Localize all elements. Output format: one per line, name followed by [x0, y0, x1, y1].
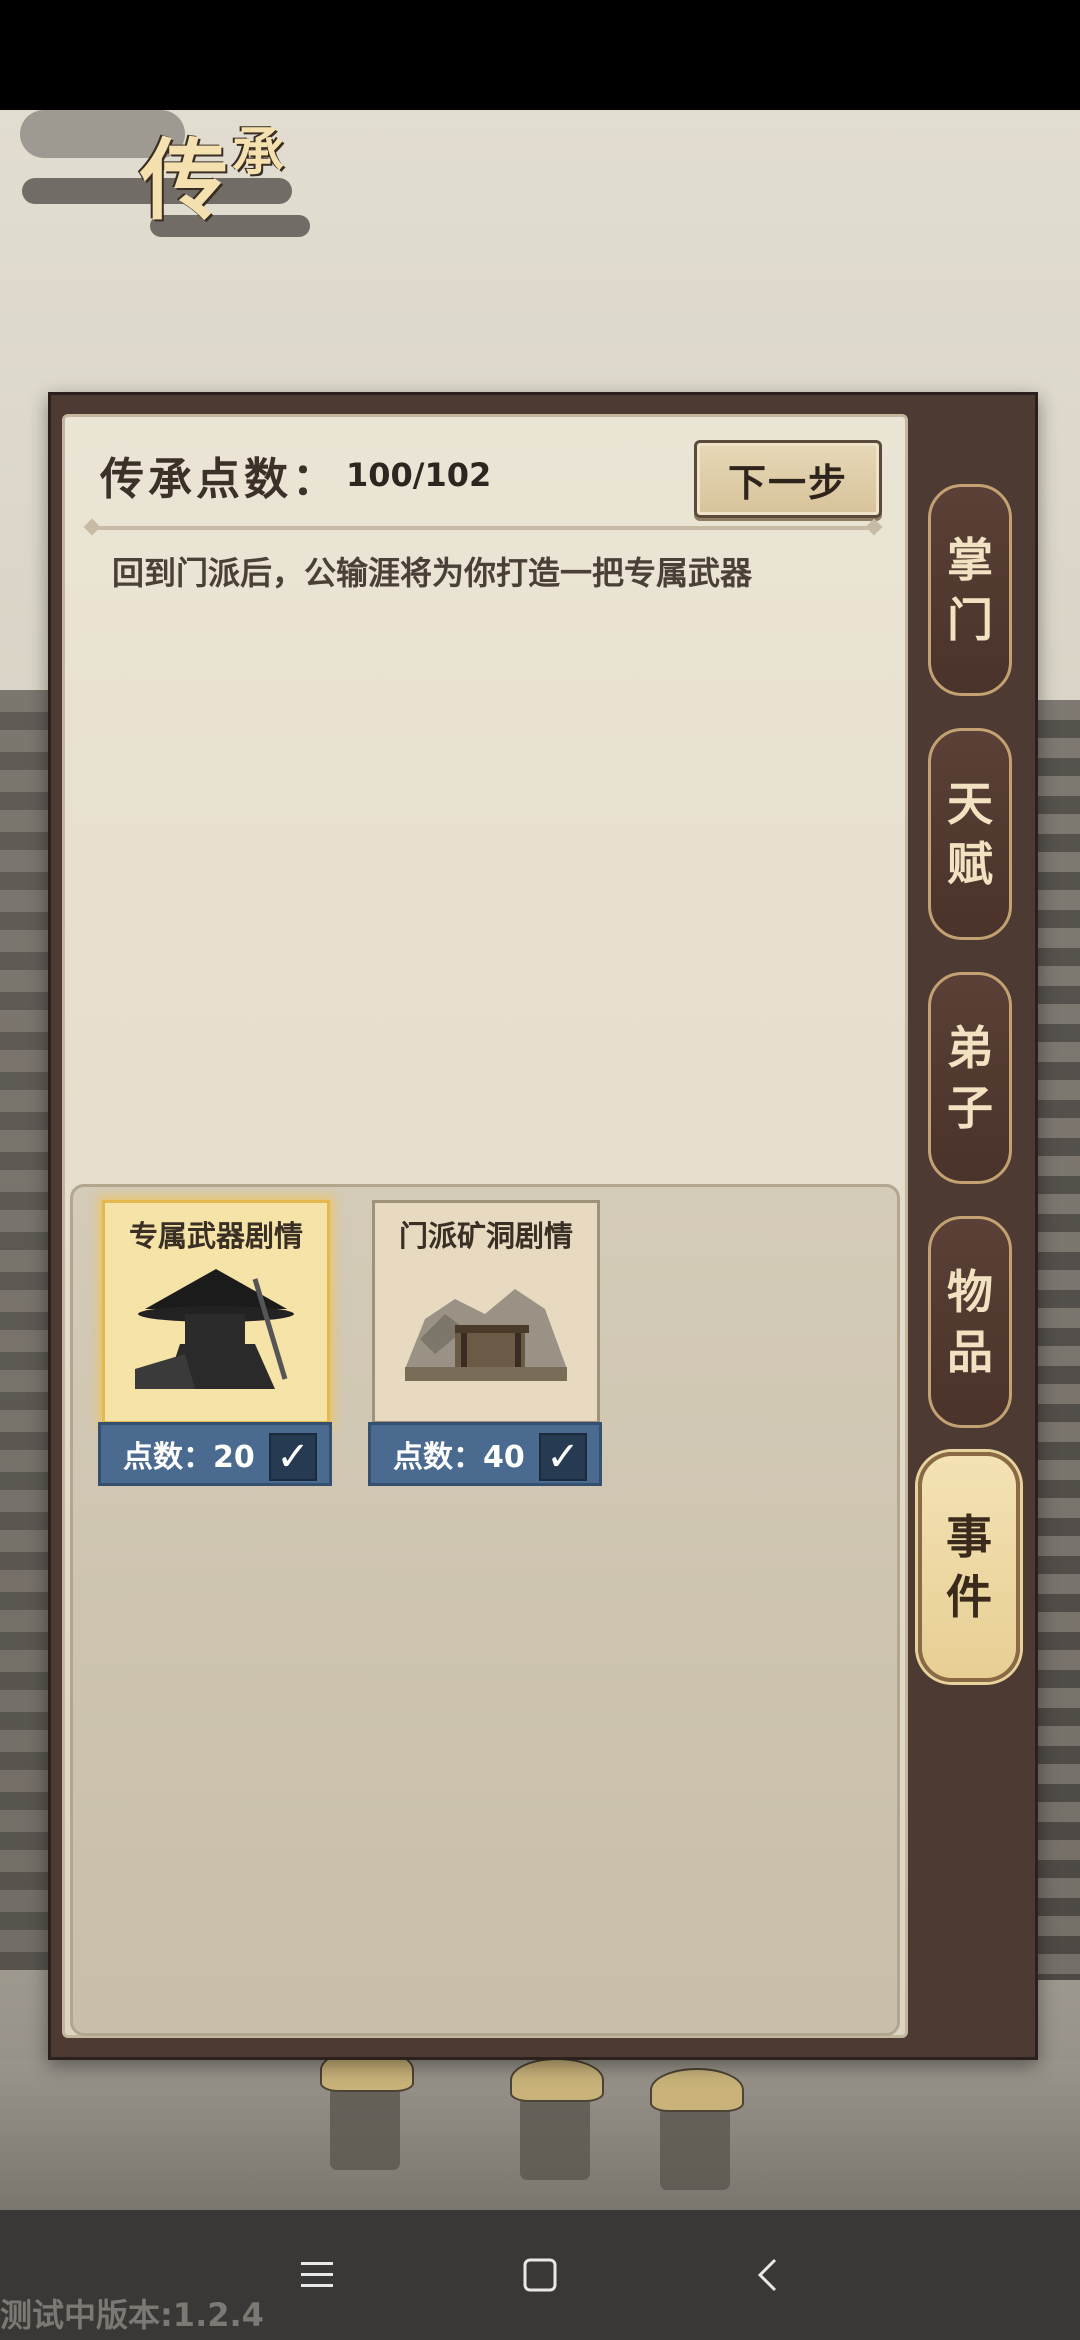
checkbox-checked-icon[interactable]: ✓	[539, 1433, 587, 1481]
tab-disciples[interactable]: 弟 子	[928, 972, 1012, 1184]
page-title: 传承	[140, 122, 289, 232]
title-banner: 传承	[20, 110, 310, 240]
swordsman-illustration	[135, 1269, 294, 1389]
divider	[90, 526, 876, 530]
tab-talent[interactable]: 天 赋	[928, 728, 1012, 940]
points-label: 传承点数：	[100, 454, 340, 505]
tab-events[interactable]: 事 件	[918, 1452, 1020, 1682]
tab-items[interactable]: 物 品	[928, 1216, 1012, 1428]
version-label: 测试中版本:1.2.4	[0, 2296, 264, 2334]
points-value: 100/102	[346, 456, 492, 494]
ground-decoration	[0, 2048, 1080, 2210]
event-points-bar: 点数：20 ✓	[98, 1422, 332, 1486]
inheritance-points: 传承点数： 100/102	[100, 440, 491, 510]
back-icon[interactable]	[732, 2240, 802, 2310]
event-points: 点数：20	[123, 1440, 255, 1475]
tab-sect-leader[interactable]: 掌 门	[928, 484, 1012, 696]
mine-cave-illustration	[405, 1289, 567, 1381]
event-description: 回到门派后，公输涯将为你打造一把专属武器	[112, 554, 753, 592]
event-title: 门派矿洞剧情	[398, 1219, 573, 1253]
event-points: 点数：40	[393, 1440, 525, 1475]
event-card-mine-story[interactable]: 门派矿洞剧情 点数：40 ✓	[368, 1200, 602, 1486]
event-points-bar: 点数：40 ✓	[368, 1422, 602, 1486]
event-card-weapon-story[interactable]: 专属武器剧情 点数：20 ✓	[98, 1200, 332, 1486]
straw-hat-decoration	[650, 2068, 744, 2112]
status-bar	[0, 0, 1080, 110]
menu-icon[interactable]	[282, 2240, 352, 2310]
straw-hat-decoration	[510, 2058, 604, 2102]
home-icon[interactable]	[505, 2240, 575, 2310]
next-step-button[interactable]: 下一步	[694, 440, 882, 518]
event-title: 专属武器剧情	[128, 1219, 303, 1253]
checkbox-checked-icon[interactable]: ✓	[269, 1433, 317, 1481]
